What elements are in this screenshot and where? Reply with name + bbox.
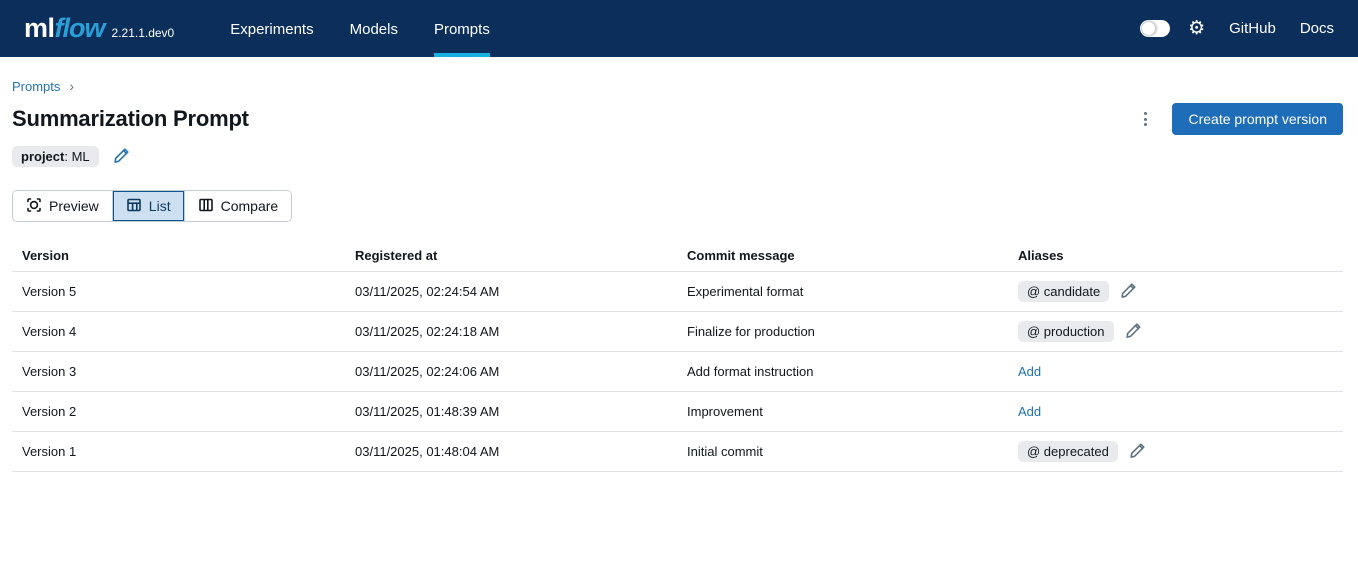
alias-edit-button[interactable] — [1129, 442, 1146, 462]
columns-icon — [198, 197, 214, 216]
breadcrumb: Prompts › — [12, 78, 1343, 94]
toggle-knob — [1141, 21, 1157, 36]
tab-list[interactable]: List — [112, 191, 185, 221]
tab-preview[interactable]: Preview — [13, 191, 113, 221]
preview-icon — [26, 197, 42, 216]
navbar-right: ⚙ GitHub Docs — [1140, 0, 1334, 57]
cell-aliases: @ candidate — [1008, 281, 1343, 302]
cell-version: Version 1 — [22, 444, 77, 459]
nav-item-experiments[interactable]: Experiments — [230, 0, 313, 57]
table-row[interactable]: Version 1 03/11/2025, 01:48:04 AM Initia… — [12, 432, 1343, 472]
cell-commit-message: Improvement — [687, 404, 763, 419]
overflow-menu-button[interactable] — [1132, 106, 1158, 132]
create-prompt-version-button[interactable]: Create prompt version — [1172, 103, 1343, 135]
table-row[interactable]: Version 4 03/11/2025, 02:24:18 AM Finali… — [12, 312, 1343, 352]
github-link[interactable]: GitHub — [1229, 20, 1276, 37]
docs-link[interactable]: Docs — [1300, 20, 1334, 37]
cell-aliases: @ deprecated — [1008, 441, 1343, 462]
alias-tag: @ candidate — [1018, 281, 1110, 302]
cell-version: Version 2 — [22, 404, 77, 419]
table-icon — [126, 197, 142, 216]
alias-edit-button[interactable] — [1125, 322, 1142, 342]
breadcrumb-prompts-link[interactable]: Prompts — [12, 79, 60, 94]
logo-flow-text: flow — [54, 13, 106, 43]
tab-preview-label: Preview — [49, 198, 99, 214]
alias-add-link[interactable]: Add — [1018, 404, 1041, 419]
cell-registered-at: 03/11/2025, 02:24:06 AM — [355, 364, 500, 379]
cell-commit-message: Add format instruction — [687, 364, 814, 379]
tag-key: project — [21, 149, 65, 164]
alias-edit-button[interactable] — [1120, 282, 1137, 302]
tag-value: ML — [71, 149, 90, 164]
cell-commit-message: Experimental format — [687, 284, 804, 299]
tag-separator: : — [64, 149, 72, 164]
alias-tag: @ deprecated — [1018, 441, 1118, 462]
col-registered-at: Registered at — [355, 247, 438, 263]
table-header: Version Registered at Commit message Ali… — [12, 239, 1343, 272]
tab-compare[interactable]: Compare — [184, 191, 292, 221]
alias-tag: @ production — [1018, 321, 1114, 342]
version-label: 2.21.1.dev0 — [111, 25, 175, 40]
prompt-detail-page: Prompts › Summarization Prompt Create pr… — [0, 78, 1358, 472]
col-commit-message: Commit message — [687, 247, 795, 263]
title-actions: Create prompt version — [1132, 103, 1343, 135]
mlflow-logo[interactable]: ml flow 2.21.1.dev0 — [24, 0, 174, 57]
gear-icon[interactable]: ⚙ — [1188, 19, 1205, 38]
pencil-icon — [113, 147, 130, 167]
page-title: Summarization Prompt — [12, 106, 249, 131]
logo-ml-text: ml — [24, 13, 55, 43]
project-tag: project: ML — [12, 146, 99, 167]
versions-table: Version Registered at Commit message Ali… — [12, 239, 1343, 472]
table-row[interactable]: Version 3 03/11/2025, 02:24:06 AM Add fo… — [12, 352, 1343, 392]
tag-row: project: ML — [12, 146, 1343, 167]
cell-aliases: Add — [1008, 364, 1343, 379]
tab-compare-label: Compare — [220, 198, 279, 214]
cell-aliases: Add — [1008, 404, 1343, 419]
cell-commit-message: Initial commit — [687, 444, 763, 459]
pencil-icon — [1125, 322, 1142, 342]
cell-registered-at: 03/11/2025, 02:24:18 AM — [355, 324, 500, 339]
col-aliases: Aliases — [1018, 247, 1064, 263]
title-row: Summarization Prompt Create prompt versi… — [12, 103, 1343, 135]
theme-toggle[interactable] — [1140, 20, 1171, 37]
pencil-icon — [1120, 282, 1137, 302]
cell-version: Version 4 — [22, 324, 77, 339]
cell-commit-message: Finalize for production — [687, 324, 815, 339]
alias-add-link[interactable]: Add — [1018, 364, 1041, 379]
tab-list-label: List — [148, 198, 171, 214]
nav-item-models[interactable]: Models — [350, 0, 398, 57]
col-version: Version — [22, 247, 69, 263]
table-row[interactable]: Version 2 03/11/2025, 01:48:39 AM Improv… — [12, 392, 1343, 432]
cell-registered-at: 03/11/2025, 01:48:04 AM — [355, 444, 500, 459]
cell-aliases: @ production — [1008, 321, 1343, 342]
table-body: Version 5 03/11/2025, 02:24:54 AM Experi… — [12, 272, 1343, 472]
table-row[interactable]: Version 5 03/11/2025, 02:24:54 AM Experi… — [12, 272, 1343, 312]
view-switcher: Preview List Compare — [12, 190, 293, 222]
chevron-right-icon: › — [69, 78, 75, 94]
top-navbar: ml flow 2.21.1.dev0 Experiments Models Pr… — [0, 0, 1358, 57]
nav-item-prompts[interactable]: Prompts — [433, 0, 490, 57]
edit-tags-button[interactable] — [113, 147, 130, 167]
cell-registered-at: 03/11/2025, 02:24:54 AM — [355, 284, 500, 299]
cell-version: Version 3 — [22, 364, 77, 379]
pencil-icon — [1129, 442, 1146, 462]
main-nav: Experiments Models Prompts — [230, 0, 490, 57]
cell-version: Version 5 — [22, 284, 77, 299]
cell-registered-at: 03/11/2025, 01:48:39 AM — [355, 404, 500, 419]
